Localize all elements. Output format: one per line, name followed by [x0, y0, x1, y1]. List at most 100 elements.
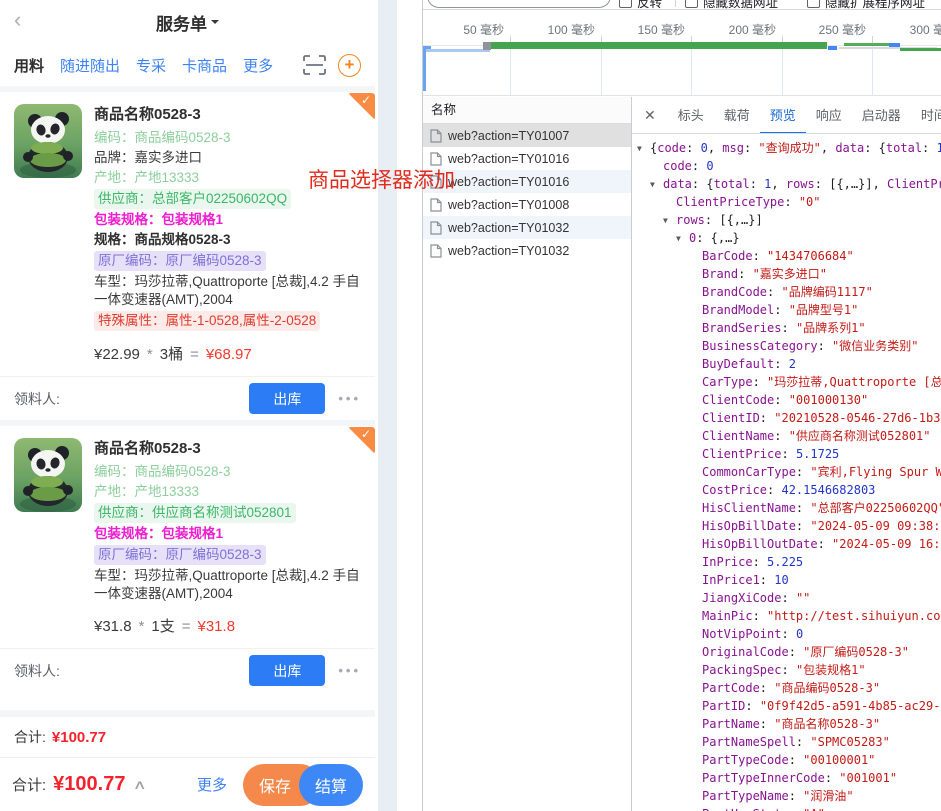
json-row[interactable]: InPrice: 5.225	[632, 553, 941, 571]
json-row[interactable]: HisClientName: "总部客户02250602QQ"	[632, 499, 941, 517]
json-row[interactable]: HisOpBillDate: "2024-05-09 09:38:59	[632, 517, 941, 535]
json-token: :	[760, 411, 774, 425]
json-row[interactable]: PartTypeName: "润滑油"	[632, 787, 941, 805]
json-token: rows	[786, 177, 815, 191]
network-request-row[interactable]: web?action=TY01008	[423, 193, 631, 216]
network-request-row[interactable]: web?action=TY01032	[423, 239, 631, 262]
tab-更多[interactable]: 更多	[243, 55, 273, 76]
expand-arrow-icon[interactable]: ▼	[650, 176, 663, 194]
page-scrollbar-gutter[interactable]	[378, 0, 397, 811]
json-token: NotVipPoint	[702, 627, 781, 641]
tab-随进随出[interactable]: 随进随出	[60, 55, 120, 76]
json-row[interactable]: CostPrice: 42.1546682803	[632, 481, 941, 499]
json-row[interactable]: code: 0	[632, 157, 941, 175]
json-token: PartNameSpell	[702, 735, 796, 749]
json-row[interactable]: PartName: "商品名称0528-3"	[632, 715, 941, 733]
json-row[interactable]: InPrice1: 10	[632, 571, 941, 589]
json-row[interactable]: BrandCode: "品牌编码1117"	[632, 283, 941, 301]
json-row[interactable]: NotVipPoint: 0	[632, 625, 941, 643]
page-title[interactable]: 服务单	[156, 10, 207, 35]
detail-tab-时间[interactable]: 时间	[911, 97, 941, 134]
json-row[interactable]: PartTypeInnerCode: "001001"	[632, 769, 941, 787]
overview-tick-blue	[828, 46, 837, 50]
checkbox-box[interactable]	[619, 0, 632, 8]
collapse-caret-icon[interactable]: ∧	[133, 777, 147, 793]
more-link[interactable]: 更多	[197, 774, 227, 795]
json-row[interactable]: ▼data: {total: 1, rows: [{,…}], ClientPr	[632, 175, 941, 193]
json-token: ,	[708, 141, 722, 155]
json-row[interactable]: ClientPrice: 5.1725	[632, 445, 941, 463]
ruler-tick-label: 100 毫秒	[548, 21, 601, 38]
tab-专采[interactable]: 专采	[136, 55, 166, 76]
json-token: "品牌型号1"	[789, 303, 859, 317]
json-row[interactable]: ClientCode: "001000130"	[632, 391, 941, 409]
json-token: : [{,…}]	[705, 213, 763, 227]
name-column-header[interactable]: 名称	[423, 97, 631, 124]
outbound-button[interactable]: 出库	[249, 655, 325, 686]
json-row[interactable]: PackingSpec: "包装规格1"	[632, 661, 941, 679]
back-chevron-icon[interactable]: ‹	[14, 8, 21, 32]
checkout-button[interactable]: 结算	[299, 764, 363, 806]
json-token: MainPic	[702, 609, 753, 623]
more-options-icon[interactable]: •••	[338, 663, 361, 678]
expand-arrow-icon[interactable]: ▼	[676, 230, 689, 248]
json-row[interactable]: PartTypeCode: "00100001"	[632, 751, 941, 769]
checkbox-box[interactable]	[685, 0, 698, 8]
json-row[interactable]: ClientName: "供应商名称测试052801"	[632, 427, 941, 445]
scan-icon[interactable]	[303, 55, 326, 75]
json-row[interactable]: ClientPriceType: "0"	[632, 193, 941, 211]
json-row[interactable]: PartID: "0f9f42d5-a591-4b85-ac29-f	[632, 697, 941, 715]
expand-arrow-icon[interactable]: ▼	[663, 212, 676, 230]
field-text: 车型：玛莎拉蒂,Quattroporte [总裁],4.2 手自一体变速器(AM…	[94, 568, 360, 601]
json-token: "商品名称0528-3"	[774, 717, 880, 731]
json-token: :	[744, 141, 758, 155]
json-row[interactable]: PartNameSpell: "SPMC05283"	[632, 733, 941, 751]
product-field-soft-green: 产地：产地13333	[94, 483, 361, 501]
json-row[interactable]: BrandSeries: "品牌系列1"	[632, 319, 941, 337]
detail-tab-载荷[interactable]: 载荷	[714, 97, 760, 134]
json-row[interactable]: OriginalCode: "原厂编码0528-3"	[632, 643, 941, 661]
detail-tab-标头[interactable]: 标头	[668, 97, 714, 134]
more-options-icon[interactable]: •••	[338, 391, 361, 406]
json-row[interactable]: CommonCarType: "宾利,Flying Spur W	[632, 463, 941, 481]
json-row[interactable]: ▼0: {,…}	[632, 229, 941, 247]
mobile-app-panel: ‹ 服务单 用料随进随出专采卡商品更多 + ✓	[0, 0, 375, 811]
network-request-row[interactable]: web?action=TY01032	[423, 216, 631, 239]
json-row[interactable]: JiangXiCode: ""	[632, 589, 941, 607]
checkbox-box[interactable]	[807, 0, 820, 8]
close-icon[interactable]: ✕	[644, 107, 656, 124]
product-field-plain: 车型：玛莎拉蒂,Quattroporte [总裁],4.2 手自一体变速器(AM…	[94, 273, 361, 309]
network-request-row[interactable]: web?action=TY01007	[423, 124, 631, 147]
json-row[interactable]: PartUseState: "A"	[632, 805, 941, 811]
product-image[interactable]	[14, 438, 82, 512]
filter-input[interactable]	[427, 0, 611, 8]
json-row[interactable]: ClientID: "20210528-0546-27d6-1b32-	[632, 409, 941, 427]
waterfall-overview[interactable]	[423, 41, 941, 53]
tab-卡商品[interactable]: 卡商品	[182, 55, 227, 76]
json-row[interactable]: HisOpBillOutDate: "2024-05-09 16:38	[632, 535, 941, 553]
card-main: 商品名称0528-3编码：商品编码0528-3品牌：嘉实多进口产地：产地1333…	[94, 100, 361, 368]
product-image[interactable]	[14, 104, 82, 178]
detail-tab-响应[interactable]: 响应	[806, 97, 852, 134]
detail-tab-启动器[interactable]: 启动器	[852, 97, 911, 134]
product-card[interactable]: ✓ 商品名称0528-3编码：商品编码0528-3产地：产地13333供应商：供…	[0, 426, 375, 648]
json-token: 5.225	[767, 555, 803, 569]
json-token: HisClientName	[702, 501, 796, 515]
json-row[interactable]: BuyDefault: 2	[632, 355, 941, 373]
detail-tab-预览[interactable]: 预览	[760, 97, 806, 134]
product-card[interactable]: ✓ 商品名称0528-3编码：商品编码0528-3品牌：嘉实多进口产地：产地13…	[0, 92, 375, 376]
json-row[interactable]: PartCode: "商品编码0528-3"	[632, 679, 941, 697]
json-row[interactable]: ▼{code: 0, msg: "查询成功", data: {total: 1	[632, 139, 941, 157]
outbound-button[interactable]: 出库	[249, 383, 325, 414]
json-row[interactable]: BrandModel: "品牌型号1"	[632, 301, 941, 319]
json-row[interactable]: ▼rows: [{,…}]	[632, 211, 941, 229]
json-row[interactable]: BarCode: "1434706684"	[632, 247, 941, 265]
tab-用料[interactable]: 用料	[14, 55, 44, 76]
json-row[interactable]: Brand: "嘉实多进口"	[632, 265, 941, 283]
add-icon[interactable]: +	[338, 54, 361, 77]
json-row[interactable]: BusinessCategory: "微信业务类别"	[632, 337, 941, 355]
json-row[interactable]: CarType: "玛莎拉蒂,Quattroporte [总	[632, 373, 941, 391]
json-row[interactable]: MainPic: "http://test.sihuiyun.com	[632, 607, 941, 625]
field-text: 原厂编码：原厂编码0528-3	[94, 545, 266, 565]
expand-arrow-icon[interactable]: ▼	[637, 140, 650, 158]
